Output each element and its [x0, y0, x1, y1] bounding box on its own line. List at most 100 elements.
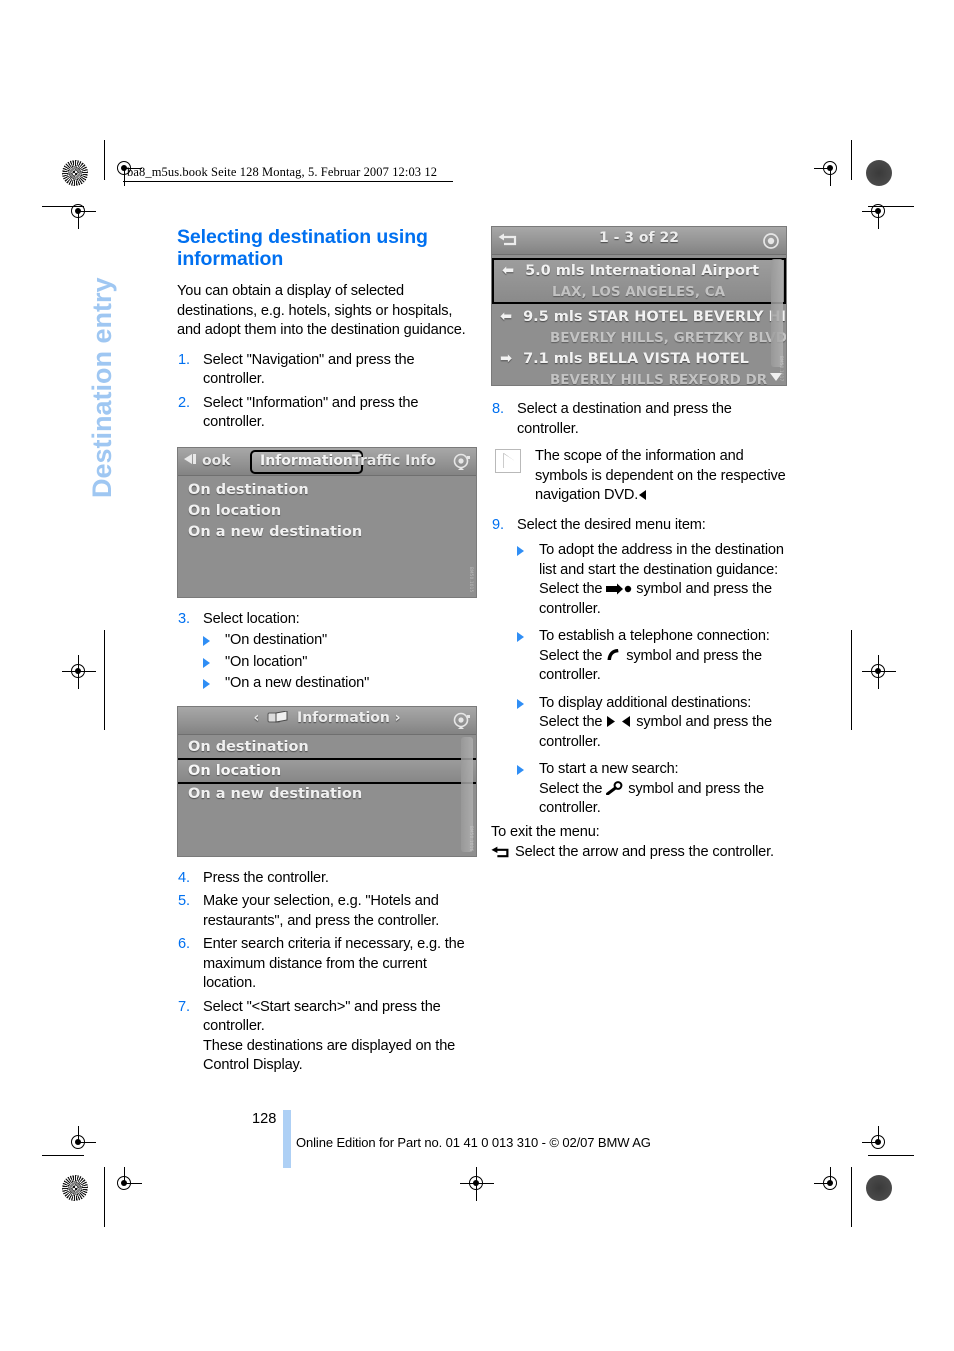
- destination-row[interactable]: ⬅ 9.5 mls STAR HOTEL BEVERLY HILLS BEVER…: [492, 306, 786, 348]
- destination-distance: 9.5 mls: [523, 309, 583, 325]
- registration-mark-bottom-center: [460, 1167, 494, 1201]
- destination-name: BELLA VISTA HOTEL: [587, 351, 749, 367]
- exit-heading: To exit the menu:: [491, 823, 600, 840]
- bullet-triangle-icon: [517, 698, 524, 709]
- step-number: 4.: [178, 869, 190, 886]
- menu-item-description: To display additional destinations:: [539, 694, 752, 711]
- screenshot-tabbar: ook Information Traffic Info: [178, 447, 476, 476]
- steps-list-1: 1. Select "Navigation" and press the con…: [177, 351, 477, 433]
- step-item: 4. Press the controller.: [177, 869, 477, 889]
- prev-tab-arrow-icon[interactable]: [184, 453, 192, 464]
- option-item: "On location": [203, 653, 477, 673]
- step-text: Select a destination and press the contr…: [517, 401, 732, 437]
- step-text: Select location:: [203, 610, 300, 627]
- registration-mark-bottom-left: [108, 1167, 142, 1201]
- tab-book[interactable]: ook: [202, 450, 231, 472]
- screenshot-destination-list: 1 - 3 of 22 ⬅ 5.0 mls International Airp…: [491, 226, 787, 386]
- controller-icon: [763, 233, 779, 249]
- destination-rows: ⬅ 5.0 mls International Airport LAX, LOS…: [492, 255, 786, 386]
- right-column: 1 - 3 of 22 ⬅ 5.0 mls International Airp…: [491, 226, 791, 863]
- destination-row[interactable]: ➡ 7.1 mls BELLA VISTA HOTEL BEVERLY HILL…: [492, 348, 786, 386]
- note-text: The scope of the information and symbols…: [535, 448, 786, 503]
- destination-row-selected[interactable]: ⬅ 5.0 mls International Airport LAX, LOS…: [492, 258, 786, 304]
- screenshot-title-label: Information: [296, 709, 390, 726]
- bullet-triangle-icon: [517, 765, 524, 775]
- halftone-dot-bottom-right: [866, 1175, 892, 1201]
- step-number: 1.: [178, 351, 190, 368]
- tab-information[interactable]: Information: [250, 449, 363, 474]
- menu-item-prefix: Select the: [539, 647, 603, 664]
- info-book-icon: [267, 709, 288, 723]
- figure-credit: BM50.1017: [779, 355, 784, 381]
- step-text: Select "<Start search>" and press the co…: [203, 998, 456, 1074]
- bullet-triangle-icon: [203, 679, 210, 689]
- step-item: 5. Make your selection, e.g. "Hotels and…: [177, 892, 477, 931]
- bullet-triangle-icon: [517, 546, 524, 556]
- list-item[interactable]: On destination: [178, 480, 476, 501]
- prev-chevron-icon[interactable]: ‹: [253, 710, 259, 726]
- step-text: Enter search criteria if necessary, e.g.…: [203, 936, 465, 991]
- step-text: Select "Information" and press the contr…: [203, 394, 419, 431]
- destination-name: STAR HOTEL BEVERLY HILLS: [587, 309, 786, 325]
- screenshot-list: On destination On location On a new dest…: [178, 476, 476, 543]
- step-number: 8.: [492, 401, 504, 417]
- steps-list-4-7: 4. Press the controller. 5. Make your se…: [177, 869, 477, 1076]
- location-options: "On destination" "On location" "On a new…: [203, 631, 477, 694]
- step-text: Make your selection, e.g. "Hotels and re…: [203, 893, 440, 929]
- registration-mark-mid-left: [62, 655, 96, 689]
- screenshot-title: ‹ Information ›: [178, 710, 476, 726]
- steps-list-9: 9. Select the desired menu item:: [491, 516, 791, 536]
- screenshot-information-tabs: ook Information Traffic Info On destinat…: [177, 446, 477, 598]
- next-chevron-icon[interactable]: ›: [395, 710, 401, 726]
- footer-accent-bar: [283, 1110, 291, 1168]
- list-item[interactable]: On a new destination: [178, 784, 476, 805]
- menu-item-prefix: Select the: [539, 780, 603, 797]
- bullet-triangle-icon: [203, 636, 210, 646]
- screenshot-information-selected: ‹ Information › On destination On locati…: [177, 705, 477, 857]
- step-item: 9. Select the desired menu item:: [491, 516, 791, 536]
- list-item[interactable]: On location: [178, 501, 476, 522]
- direction-left-arrow-icon: ⬅: [502, 263, 515, 279]
- step-number: 6.: [178, 936, 190, 952]
- note-block: The scope of the information and symbols…: [491, 447, 791, 506]
- controller-icon: [453, 712, 470, 729]
- intro-paragraph: You can obtain a display of selected des…: [177, 283, 466, 338]
- figure-credit: BM50.1015: [469, 567, 474, 593]
- destination-distance: 5.0 mls: [525, 263, 585, 279]
- menu-item-description: To adopt the address in the destination …: [539, 542, 784, 578]
- menu-item-prefix: Select the: [539, 714, 603, 730]
- destination-address: BEVERLY HILLS REXFORD DR: [550, 372, 768, 386]
- list-item-selected[interactable]: On location: [178, 757, 476, 784]
- scrollbar[interactable]: [771, 259, 783, 367]
- chapter-tab: Destination entry: [87, 228, 158, 498]
- note-triangle-icon: [495, 449, 521, 473]
- registration-mark-bottom-right-2: [862, 1126, 896, 1160]
- destination-address: BEVERLY HILLS, GRETZKY BLVD: [550, 330, 787, 346]
- steps-list-8: 8. Select a destination and press the co…: [491, 400, 791, 439]
- registration-mark-top-right-2: [862, 195, 896, 229]
- list-item[interactable]: On a new destination: [178, 522, 476, 543]
- phone-icon: [607, 648, 619, 660]
- figure-credit: BM50.1016: [469, 826, 474, 852]
- screenshot-title-label: 1 - 3 of 22: [599, 230, 679, 246]
- step-text: Select the desired menu item:: [517, 516, 706, 533]
- step-item: 7. Select "<Start search>" and press the…: [177, 998, 477, 1076]
- trim-line-top-left-h: [42, 206, 84, 207]
- left-column: Selecting destination using information …: [177, 226, 477, 1080]
- prev-next-icon: [607, 716, 631, 727]
- option-label: "On destination": [225, 632, 328, 648]
- option-label: "On a new destination": [225, 675, 370, 691]
- tab-traffic-info[interactable]: Traffic Info: [352, 450, 436, 472]
- trim-line-bottom-right-h: [868, 1155, 914, 1156]
- trim-line-top-right-h: [868, 206, 914, 207]
- step-item: 6. Enter search criteria if necessary, e…: [177, 935, 477, 994]
- arrow-dot-icon: [606, 583, 632, 595]
- step-number: 5.: [178, 893, 190, 909]
- list-item[interactable]: On destination: [178, 737, 476, 758]
- menu-items-list: To adopt the address in the destination …: [517, 541, 791, 819]
- running-header: ba8_m5us.book Seite 128 Montag, 5. Febru…: [127, 165, 438, 179]
- halftone-dot-top-right: [866, 160, 892, 186]
- controller-icon: [453, 453, 470, 470]
- manual-page: ba8_m5us.book Seite 128 Montag, 5. Febru…: [0, 0, 954, 1351]
- trim-line-bottom-right-v: [851, 1167, 852, 1227]
